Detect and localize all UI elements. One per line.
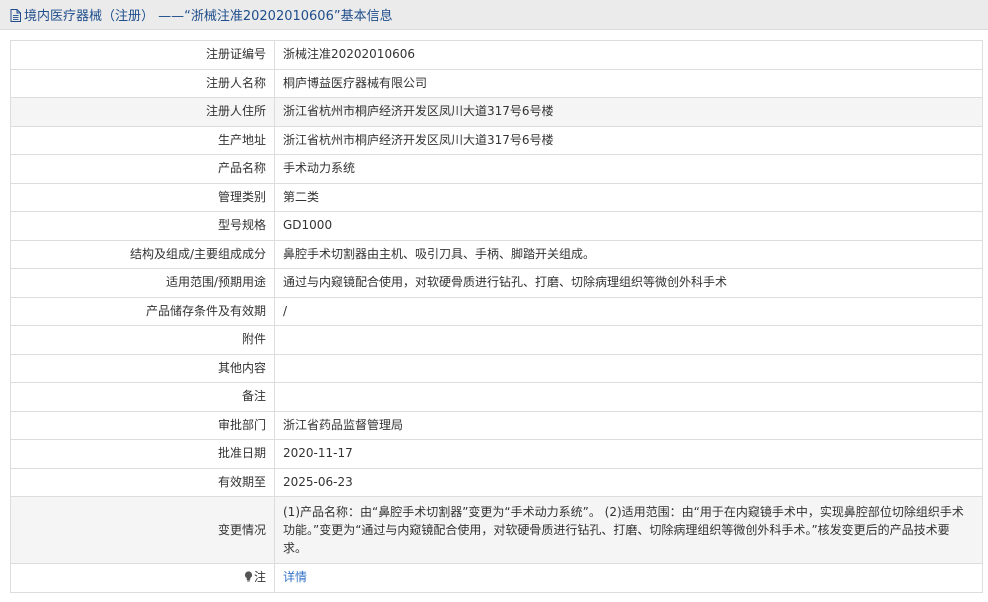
table-row: 生产地址 浙江省杭州市桐庐经济开发区凤川大道317号6号楼 xyxy=(10,125,983,155)
table-row: 产品储存条件及有效期 / xyxy=(10,296,983,326)
table-row: 其他内容 xyxy=(10,353,983,383)
table-row: 备注 xyxy=(10,382,983,412)
row-label: 注册人名称 xyxy=(10,68,275,98)
row-label: 产品储存条件及有效期 xyxy=(10,296,275,326)
note-value-cell: 详情 xyxy=(274,563,983,593)
row-value xyxy=(274,382,983,412)
row-label: 生产地址 xyxy=(10,125,275,155)
details-link[interactable]: 详情 xyxy=(283,570,307,584)
row-label: 适用范围/预期用途 xyxy=(10,268,275,298)
row-value: 鼻腔手术切割器由主机、吸引刀具、手柄、脚踏开关组成。 xyxy=(274,239,983,269)
row-value: / xyxy=(274,296,983,326)
row-value: 浙江省药品监督管理局 xyxy=(274,410,983,440)
row-label: 产品名称 xyxy=(10,154,275,184)
table-row: 适用范围/预期用途 通过与内窥镜配合使用，对软硬骨质进行钻孔、打磨、切除病理组织等… xyxy=(10,268,983,298)
row-label: 附件 xyxy=(10,325,275,355)
row-label: 有效期至 xyxy=(10,467,275,497)
table-row: 结构及组成/主要组成成分 鼻腔手术切割器由主机、吸引刀具、手柄、脚踏开关组成。 xyxy=(10,239,983,269)
row-label: 管理类别 xyxy=(10,182,275,212)
row-value: 桐庐博益医疗器械有限公司 xyxy=(274,68,983,98)
row-value: 通过与内窥镜配合使用，对软硬骨质进行钻孔、打磨、切除病理组织等微创外科手术 xyxy=(274,268,983,298)
row-label: 审批部门 xyxy=(10,410,275,440)
info-table: 注册证编号 浙械注准20202010606 注册人名称 桐庐博益医疗器械有限公司 注册人… xyxy=(10,40,983,593)
table-row: 附件 xyxy=(10,325,983,355)
table-row: 管理类别 第二类 xyxy=(10,182,983,212)
row-label: 备注 xyxy=(10,382,275,412)
row-value: 浙江省杭州市桐庐经济开发区凤川大道317号6号楼 xyxy=(274,97,983,127)
row-label: 变更情况 xyxy=(10,496,275,564)
row-value: GD1000 xyxy=(274,211,983,241)
page: 境内医疗器械（注册） ——“浙械注准20202010606”基本信息 注册证编号… xyxy=(0,0,988,602)
row-value: 浙械注准20202010606 xyxy=(274,40,983,70)
row-value: 手术动力系统 xyxy=(274,154,983,184)
row-label: 结构及组成/主要组成成分 xyxy=(10,239,275,269)
table-row: 注册人住所 浙江省杭州市桐庐经济开发区凤川大道317号6号楼 xyxy=(10,97,983,127)
table-row: 审批部门 浙江省药品监督管理局 xyxy=(10,410,983,440)
row-value: 浙江省杭州市桐庐经济开发区凤川大道317号6号楼 xyxy=(274,125,983,155)
page-header: 境内医疗器械（注册） ——“浙械注准20202010606”基本信息 xyxy=(0,0,988,30)
row-value xyxy=(274,353,983,383)
document-icon xyxy=(10,9,21,22)
lightbulb-icon xyxy=(244,570,253,582)
row-label: 批准日期 xyxy=(10,439,275,469)
table-row: 产品名称 手术动力系统 xyxy=(10,154,983,184)
table-row: 变更情况 (1)产品名称：由“鼻腔手术切割器”变更为“手术动力系统”。 (2)适用… xyxy=(10,496,983,564)
note-label-cell: 注 xyxy=(10,563,275,593)
row-label: 其他内容 xyxy=(10,353,275,383)
table-row: 有效期至 2025-06-23 xyxy=(10,467,983,497)
row-label: 注册证编号 xyxy=(10,40,275,70)
row-value xyxy=(274,325,983,355)
info-table-body: 注册证编号 浙械注准20202010606 注册人名称 桐庐博益医疗器械有限公司 注册人… xyxy=(10,40,983,593)
row-label: 注册人住所 xyxy=(10,97,275,127)
page-title: 境内医疗器械（注册） ——“浙械注准20202010606”基本信息 xyxy=(24,9,393,24)
table-row: 注册证编号 浙械注准20202010606 xyxy=(10,40,983,70)
table-row: 批准日期 2020-11-17 xyxy=(10,439,983,469)
table-row: 注册人名称 桐庐博益医疗器械有限公司 xyxy=(10,68,983,98)
row-value: (1)产品名称：由“鼻腔手术切割器”变更为“手术动力系统”。 (2)适用范围：由… xyxy=(274,496,983,564)
row-value: 2020-11-17 xyxy=(274,439,983,469)
row-value: 第二类 xyxy=(274,182,983,212)
row-value: 2025-06-23 xyxy=(274,467,983,497)
info-table-wrapper: 注册证编号 浙械注准20202010606 注册人名称 桐庐博益医疗器械有限公司 注册人… xyxy=(10,40,983,593)
table-row: 型号规格 GD1000 xyxy=(10,211,983,241)
note-row: 注 详情 xyxy=(10,563,983,593)
row-label: 型号规格 xyxy=(10,211,275,241)
note-label: 注 xyxy=(253,570,266,585)
